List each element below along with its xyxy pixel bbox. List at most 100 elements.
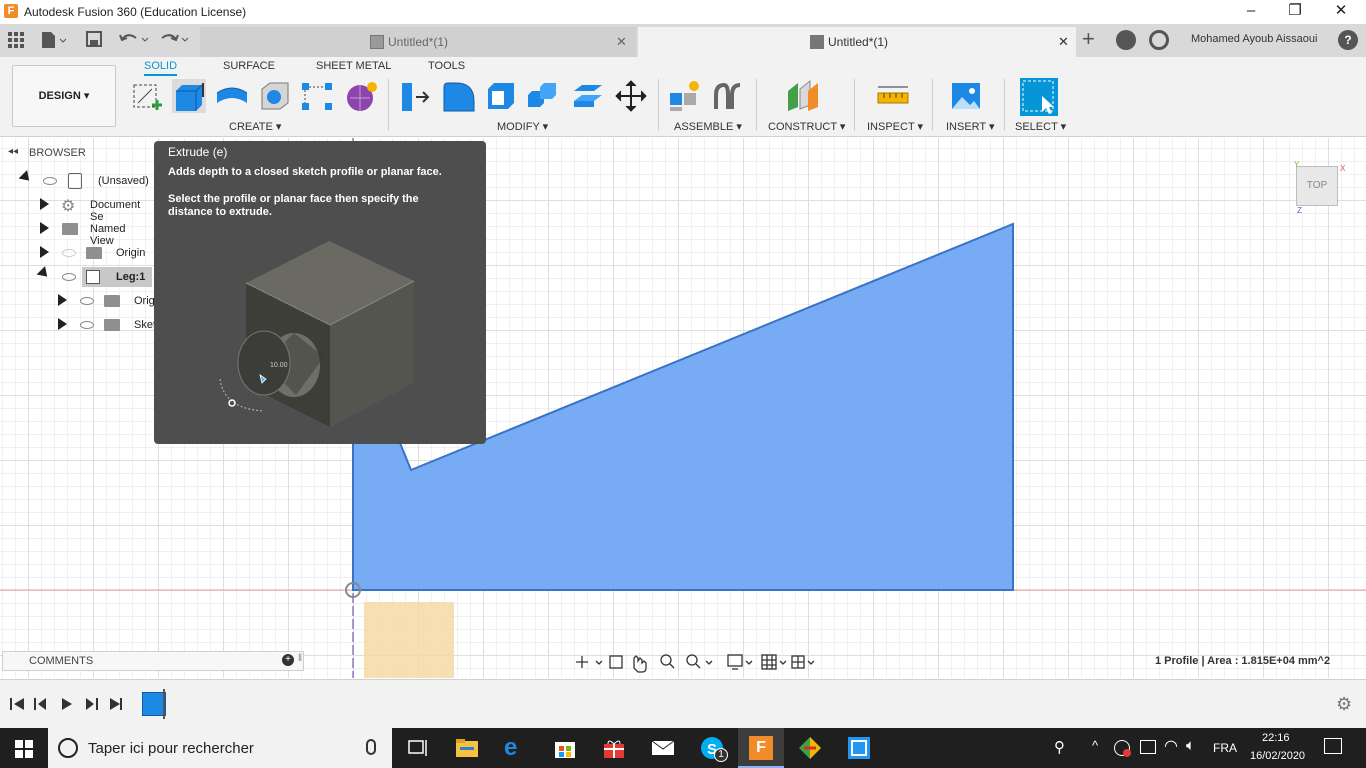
expand-icon[interactable] [36,266,52,281]
microphone-icon[interactable] [366,739,376,755]
create-form-icon[interactable] [344,79,378,113]
expand-icon[interactable] [58,318,67,330]
hidden-visibility-icon[interactable] [62,249,76,257]
timeline-play-button[interactable] [58,694,78,714]
view-cube[interactable]: TOP [1296,166,1338,206]
revolve-icon[interactable] [214,79,248,113]
edge-browser-icon[interactable]: e [504,736,528,760]
wifi-icon[interactable]: ◠ [1164,736,1178,756]
pattern-icon[interactable] [300,79,334,113]
zoom-icon[interactable] [654,650,678,674]
timeline-first-button[interactable] [8,694,28,714]
clock-time[interactable]: 22:16 [1262,732,1290,744]
workspace-switcher-button[interactable]: DESIGN ▾ [12,65,116,127]
task-view-icon[interactable] [406,736,430,760]
timeline-last-button[interactable] [108,694,128,714]
network-status-icon[interactable] [1114,740,1131,757]
app-window-icon[interactable] [847,736,871,760]
action-center-icon[interactable] [1324,738,1342,754]
expand-icon[interactable] [58,294,67,306]
create-sketch-icon[interactable] [130,79,164,113]
joint-icon[interactable] [712,79,746,113]
undo-icon[interactable] [118,30,150,48]
panel-grip-icon[interactable]: ‖ [298,653,302,664]
help-icon[interactable]: ? [1338,30,1358,50]
redo-icon[interactable] [158,30,190,48]
select-menu[interactable]: SELECT ▾ [1015,120,1066,133]
tab-solid[interactable]: SOLID [144,60,178,76]
hole-icon[interactable] [258,79,292,113]
close-tab-icon[interactable]: ✕ [1058,34,1069,50]
job-status-icon[interactable] [1149,30,1169,50]
extrude-icon[interactable] [172,79,206,113]
visibility-icon[interactable] [80,321,94,329]
inspect-menu[interactable]: INSPECT ▾ [867,120,923,133]
timeline-settings-gear-icon[interactable]: ⚙ [1336,694,1352,715]
microsoft-store-icon[interactable] [553,736,577,760]
timeline-previous-button[interactable] [32,694,52,714]
comments-panel[interactable]: COMMENTS + ‖ [2,651,304,671]
visibility-icon[interactable] [80,297,94,305]
browser-item-named-views[interactable]: Named View [0,219,152,247]
pan-hand-icon[interactable] [628,650,652,674]
offset-plane-icon[interactable] [786,79,820,113]
people-icon[interactable]: ⚲ [1054,738,1065,756]
viewports-icon[interactable] [790,650,818,674]
browser-item-document-settings[interactable]: ⚙ Document Se [0,195,152,223]
assemble-menu[interactable]: ASSEMBLE ▾ [674,120,742,133]
browser-item-leg-origin[interactable]: Origi [0,291,157,311]
combine-icon[interactable] [526,79,560,113]
expand-icon[interactable] [18,170,34,185]
collapse-browser-icon[interactable]: ◂◂ [8,146,18,157]
mail-icon[interactable] [651,736,675,760]
add-comment-icon[interactable]: + [282,654,294,666]
fillet-icon[interactable] [442,79,476,113]
tab-untitled-active[interactable]: Untitled*(1) ✕ [638,27,1076,57]
user-name[interactable]: Mohamed Ayoub Aissaoui [1191,33,1317,45]
browser-item-sketches[interactable]: Sket [0,315,156,335]
display-settings-icon[interactable] [722,650,756,674]
visibility-icon[interactable] [62,273,76,281]
construct-menu[interactable]: CONSTRUCT ▾ [768,120,845,133]
insert-image-icon[interactable] [950,79,984,113]
volume-icon[interactable]: 🔈︎ [1186,737,1195,754]
show-hidden-icons-chevron[interactable]: ^ [1092,738,1098,753]
maximize-button[interactable]: ❐ [1272,0,1318,24]
clock-date[interactable]: 16/02/2020 [1250,750,1305,762]
save-icon[interactable] [86,30,102,48]
new-component-icon[interactable] [668,79,702,113]
insert-menu[interactable]: INSERT ▾ [946,120,995,133]
expand-icon[interactable] [40,246,49,258]
battery-icon[interactable] [1140,740,1156,754]
press-pull-icon[interactable] [398,79,432,113]
app-grid-icon[interactable] [8,32,24,48]
close-tab-icon[interactable]: ✕ [616,34,627,50]
shell-icon[interactable] [484,79,518,113]
measure-icon[interactable] [876,79,910,113]
select-icon[interactable] [1020,78,1058,116]
file-explorer-icon[interactable] [455,736,479,760]
tab-surface[interactable]: SURFACE [223,60,275,72]
fusion-taskbar-button[interactable]: F [738,728,784,768]
look-at-icon[interactable] [604,650,626,674]
modify-menu[interactable]: MODIFY ▾ [497,120,548,133]
language-indicator[interactable]: FRA [1213,741,1237,755]
create-menu[interactable]: CREATE ▾ [229,120,281,133]
skype-icon[interactable]: S 1 [700,736,728,762]
expand-icon[interactable] [40,198,49,210]
move-copy-icon[interactable] [614,79,648,113]
timeline-marker[interactable] [163,689,171,719]
browser-item-origin[interactable]: Origin [0,243,152,263]
browser-item-root[interactable]: (Unsaved) [0,170,152,191]
expand-icon[interactable] [40,222,49,234]
tab-sheet-metal[interactable]: SHEET METAL [316,60,391,72]
timeline-next-button[interactable] [82,694,102,714]
close-window-button[interactable]: ✕ [1318,0,1364,24]
browser-header[interactable]: ◂◂ BROWSER [2,142,152,164]
fit-view-icon[interactable] [680,650,716,674]
orbit-icon[interactable] [572,650,602,674]
file-menu-icon[interactable] [40,30,68,50]
visibility-icon[interactable] [43,177,57,185]
minimize-button[interactable]: – [1228,0,1274,24]
gift-app-icon[interactable] [602,736,626,760]
